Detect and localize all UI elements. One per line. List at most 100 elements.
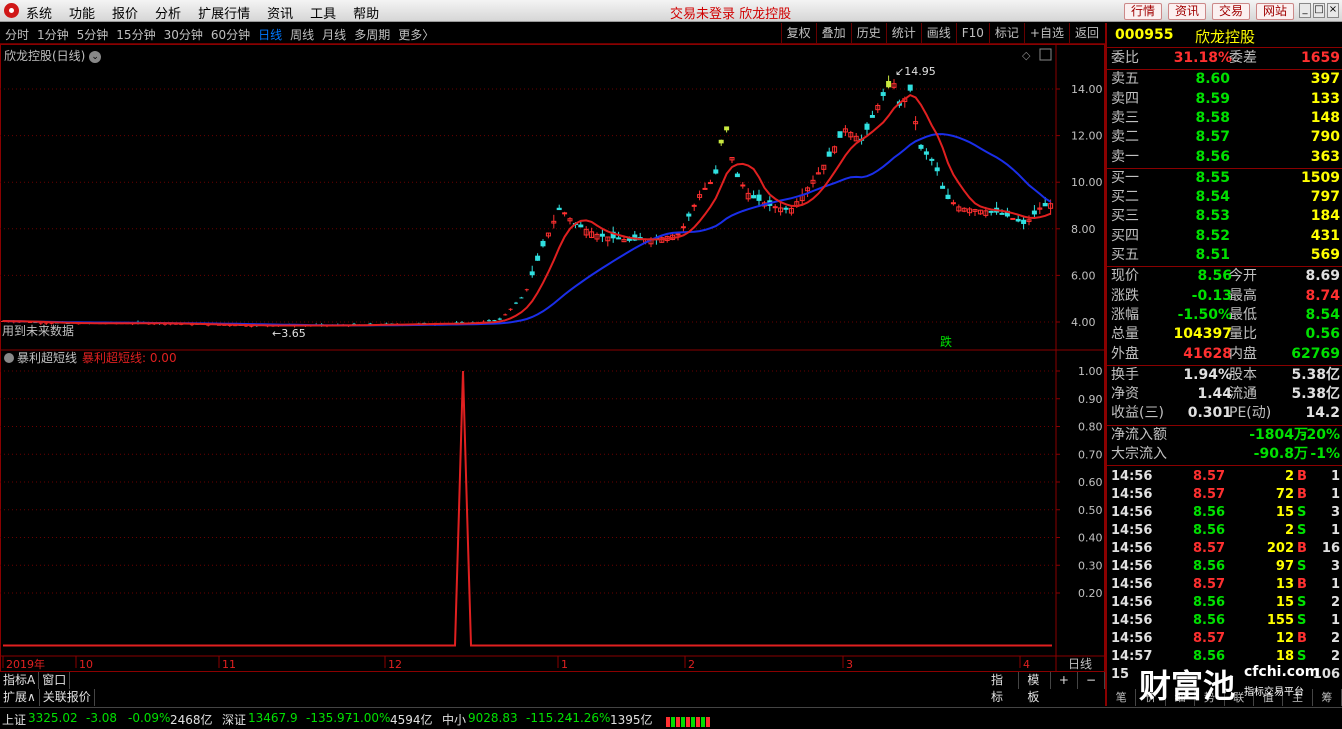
future-data-label: 用到未来数据: [2, 323, 74, 338]
tick-time: 14:56: [1111, 541, 1153, 557]
period-tab[interactable]: 多周期: [354, 26, 390, 43]
menu-item[interactable]: 工具: [310, 3, 336, 22]
quote-panel-tab[interactable]: 价: [1136, 689, 1166, 706]
tool-button[interactable]: 复权: [780, 23, 816, 44]
chart-area[interactable]: 14.00 12.00 10.00 8.00 6.00 4.00 ◇ ↙14.95 ←3.65 用…: [0, 44, 1105, 672]
bid-row[interactable]: 买二 8.54 797: [1107, 188, 1342, 207]
period-tab[interactable]: 日线: [258, 26, 282, 43]
nav-button[interactable]: 交易: [1211, 3, 1250, 20]
tick-row: 14:56 8.57 13 B 1: [1107, 576, 1342, 594]
candle-body: [556, 207, 562, 211]
menu-item[interactable]: 系统: [26, 3, 52, 22]
tool-button[interactable]: 叠加: [815, 23, 851, 44]
quote-panel-tab[interactable]: 笔: [1107, 689, 1137, 706]
period-tab[interactable]: 30分钟: [164, 26, 203, 43]
bid-row[interactable]: 买五 8.51 569: [1107, 246, 1342, 265]
status-bar: 上证 3325.02 -3.08 -0.09% 2468亿 深证 13467.9 -135.9…: [0, 707, 1342, 729]
bottom-tab-right[interactable]: −: [1078, 672, 1105, 689]
tick-row: 14:57 8.56 18 S 2: [1107, 648, 1342, 666]
y-tick-label: 10.00: [1071, 176, 1103, 189]
menu-item[interactable]: 报价: [112, 3, 138, 22]
y-tick-label: 0.70: [1078, 448, 1103, 461]
tick-row: 14:56 8.57 12 B 2: [1107, 630, 1342, 648]
quote-panel-tab[interactable]: 值: [1254, 689, 1284, 706]
period-tab[interactable]: 60分钟: [211, 26, 250, 43]
diamond-icon[interactable]: ◇: [1022, 49, 1031, 62]
tool-button[interactable]: F10: [955, 23, 989, 44]
quote-panel-tab[interactable]: 势: [1195, 689, 1225, 706]
period-tab[interactable]: 分时: [5, 26, 29, 43]
menu-item[interactable]: 帮助: [353, 3, 379, 22]
candle-body: [886, 80, 892, 88]
index-value: 3325.02: [28, 711, 78, 725]
tool-button[interactable]: 返回: [1068, 23, 1104, 44]
tick-count: 1: [1330, 523, 1340, 539]
bid-row[interactable]: 买三 8.53 184: [1107, 207, 1342, 226]
index-name[interactable]: 深证: [222, 711, 246, 728]
label: 涨幅: [1111, 306, 1139, 323]
candle-body: [923, 151, 929, 155]
bid-row[interactable]: 买一 8.55 1509: [1107, 169, 1342, 188]
tool-button[interactable]: 画线: [920, 23, 956, 44]
period-tab[interactable]: 1分钟: [37, 26, 69, 43]
indicator-menu-icon[interactable]: [4, 353, 14, 363]
bid-label: 买二: [1111, 189, 1139, 206]
tick-side: S: [1297, 595, 1307, 611]
bottom-tab-right[interactable]: 模板: [1019, 672, 1051, 704]
maximize-icon[interactable]: □: [1313, 3, 1325, 18]
y-tick-label: 0.90: [1078, 393, 1103, 406]
candle-body: [616, 237, 622, 240]
value2: 5.38亿: [1291, 386, 1340, 403]
ask-row[interactable]: 卖四 8.59 133: [1107, 90, 1342, 109]
period-tab[interactable]: 15分钟: [116, 26, 155, 43]
bottom-tab[interactable]: 指标A: [0, 672, 40, 689]
bottom-tab[interactable]: 扩展∧: [0, 689, 40, 706]
nav-button[interactable]: 行情: [1123, 3, 1162, 20]
label: 净资: [1111, 386, 1139, 403]
ask-row[interactable]: 卖一 8.56 363: [1107, 148, 1342, 167]
indicator-name[interactable]: 暴利超短线: [17, 350, 77, 365]
candle-body: [826, 151, 832, 157]
nav-button[interactable]: 资讯: [1167, 3, 1206, 20]
menu-item[interactable]: 功能: [69, 3, 95, 22]
candle-body: [1015, 218, 1021, 222]
bid-row[interactable]: 买四 8.52 431: [1107, 227, 1342, 246]
tool-button[interactable]: 历史: [850, 23, 886, 44]
index-name[interactable]: 中小: [442, 711, 466, 728]
tick-row: 15 106: [1107, 666, 1342, 684]
bottom-tab[interactable]: 关联报价: [40, 689, 95, 706]
quote-panel-tab[interactable]: 细: [1166, 689, 1196, 706]
period-tab[interactable]: 5分钟: [77, 26, 109, 43]
index-name[interactable]: 上证: [2, 711, 26, 728]
ask-row[interactable]: 卖二 8.57 790: [1107, 128, 1342, 147]
close-icon[interactable]: ×: [1327, 3, 1339, 18]
y-tick-label: 0.60: [1078, 476, 1103, 489]
index-amount: 1395亿: [610, 713, 653, 727]
menu-item[interactable]: 分析: [155, 3, 181, 22]
menu-item[interactable]: 资讯: [267, 3, 293, 22]
ask-row[interactable]: 卖三 8.58 148: [1107, 109, 1342, 128]
tool-button[interactable]: 标记: [988, 23, 1024, 44]
tool-button[interactable]: +自选: [1023, 23, 1069, 44]
quote-row: 总量 104397 量比 0.56: [1107, 325, 1342, 344]
period-tab[interactable]: 更多〉: [398, 26, 434, 43]
minimize-icon[interactable]: _: [1299, 3, 1311, 18]
period-tab[interactable]: 月线: [322, 26, 346, 43]
candle-body: [497, 318, 502, 320]
period-tab[interactable]: 周线: [290, 26, 314, 43]
tick-count: 1: [1330, 577, 1340, 593]
quote-panel-tab[interactable]: 联: [1225, 689, 1254, 706]
nav-button[interactable]: 网站: [1255, 3, 1294, 20]
menu-item[interactable]: 扩展行情: [198, 3, 250, 22]
settings-box-icon[interactable]: [1039, 48, 1052, 61]
bottom-tab[interactable]: 窗口: [39, 672, 71, 689]
bottom-tab-right[interactable]: 指标B: [983, 672, 1020, 721]
bottom-tab-right[interactable]: +: [1051, 672, 1078, 689]
tool-button[interactable]: 统计: [885, 23, 921, 44]
axis-period-label: 日线: [1068, 657, 1092, 671]
tick-volume: 202: [1266, 541, 1294, 557]
candle-body: [1010, 217, 1016, 220]
quote-panel-tab[interactable]: 筹: [1313, 689, 1342, 706]
ask-row[interactable]: 卖五 8.60 397: [1107, 70, 1342, 89]
quote-panel-tab[interactable]: 主: [1283, 689, 1313, 706]
